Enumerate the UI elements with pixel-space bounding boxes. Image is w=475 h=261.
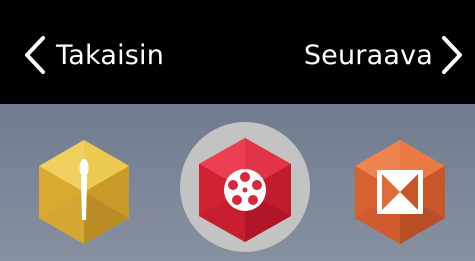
chevron-left-icon <box>25 36 45 74</box>
next-label: Seuraava <box>303 39 433 71</box>
bowtie-frame-icon <box>377 170 423 214</box>
back-label: Takaisin <box>56 39 165 71</box>
next-button[interactable]: Seuraava <box>304 30 463 80</box>
back-button[interactable]: Takaisin <box>24 30 164 80</box>
app-icon-paintbrush[interactable] <box>36 138 132 246</box>
film-reel-icon <box>224 169 266 211</box>
chevron-right-icon <box>442 36 462 74</box>
app-icon-film-reel[interactable] <box>196 136 294 244</box>
app-icon-bowtie-frame[interactable] <box>352 138 448 246</box>
top-navigation-bar: Takaisin Seuraava <box>0 0 475 104</box>
app-screen: Takaisin Seuraava <box>0 0 475 261</box>
app-icon-tray <box>0 104 475 261</box>
